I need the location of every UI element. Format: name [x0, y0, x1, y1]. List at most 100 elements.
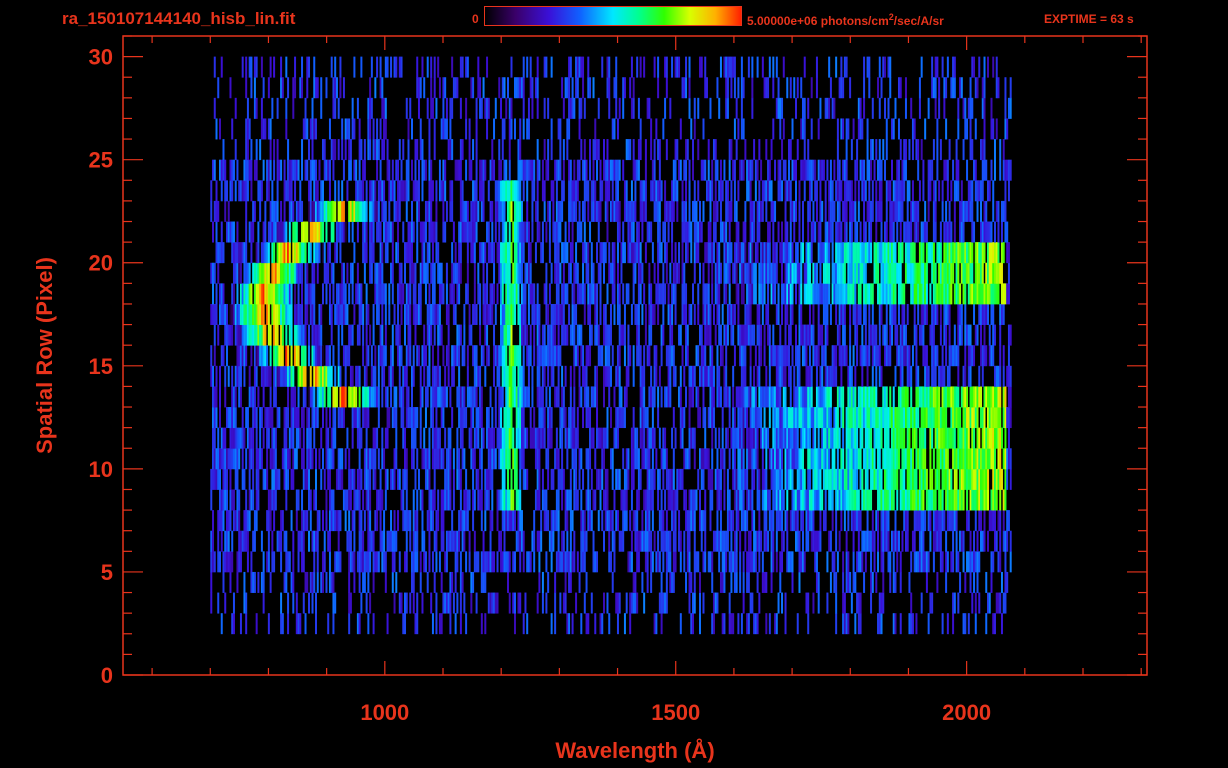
heatmap-cell [622, 283, 625, 305]
heatmap-cell [856, 324, 859, 346]
heatmap-cell [705, 448, 708, 470]
heatmap-cell [290, 510, 293, 532]
heatmap-cell [702, 345, 705, 367]
heatmap-cell [412, 407, 415, 429]
heatmap-cell [683, 530, 686, 552]
heatmap-cell [636, 345, 639, 367]
heatmap-cell [807, 489, 810, 511]
heatmap-cell [815, 530, 818, 552]
heatmap-cell [255, 303, 258, 325]
heatmap-cell [952, 262, 955, 284]
heatmap-cell [594, 324, 597, 346]
heatmap-cell [616, 303, 619, 325]
heatmap-cell [367, 613, 370, 635]
heatmap-cell [1006, 468, 1009, 490]
heatmap-cell [477, 551, 480, 573]
heatmap-cell [739, 324, 742, 346]
heatmap-cell [372, 468, 375, 490]
heatmap-cell [993, 365, 996, 387]
heatmap-cell [1007, 242, 1010, 264]
heatmap-cell [697, 303, 700, 325]
heatmap-cell [913, 551, 916, 573]
heatmap-cell [229, 571, 232, 593]
heatmap-cell [927, 365, 930, 387]
heatmap-cell [369, 510, 372, 532]
heatmap-cell [320, 427, 323, 449]
heatmap-cell [904, 242, 907, 264]
heatmap-cell [342, 489, 345, 511]
heatmap-cell [875, 510, 878, 532]
heatmap-cell [861, 262, 864, 284]
heatmap-cell [219, 386, 221, 408]
heatmap-cell [992, 283, 995, 305]
heatmap-cell [643, 592, 646, 614]
heatmap-cell [643, 407, 646, 429]
heatmap-cell [428, 242, 431, 264]
heatmap-cell [358, 510, 361, 532]
heatmap-cell [217, 448, 220, 470]
heatmap-cell [409, 592, 412, 614]
heatmap-cell [363, 551, 366, 573]
heatmap-cell [276, 242, 279, 264]
heatmap-cell [451, 510, 454, 532]
heatmap-cell [266, 468, 269, 490]
heatmap-cell [746, 324, 749, 346]
heatmap-cell [428, 324, 431, 346]
heatmap-cell [411, 242, 413, 264]
heatmap-cell [346, 262, 349, 284]
heatmap-cell [220, 303, 223, 325]
heatmap-cell [938, 262, 941, 284]
heatmap-cell [840, 468, 843, 490]
heatmap-cell [285, 365, 288, 387]
heatmap-cell [513, 262, 516, 284]
heatmap-cell [992, 386, 995, 408]
heatmap-cell [367, 530, 370, 552]
heatmap-cell [412, 571, 415, 593]
heatmap-cell [625, 283, 628, 305]
heatmap-cell [583, 242, 586, 264]
heatmap-cell [665, 510, 668, 532]
heatmap-cell [774, 613, 777, 635]
heatmap-cell [365, 242, 368, 264]
heatmap-cell [973, 468, 976, 490]
heatmap-cell [878, 365, 881, 387]
heatmap-cell [285, 324, 288, 346]
heatmap-cell [693, 571, 696, 593]
heatmap-cell [995, 427, 998, 449]
heatmap-cell [924, 448, 927, 470]
heatmap-cell [585, 571, 588, 593]
heatmap-cell [505, 448, 508, 470]
heatmap-cell [486, 427, 489, 449]
heatmap-cell [925, 303, 928, 325]
heatmap-cell [243, 324, 246, 346]
heatmap-cell [484, 303, 487, 325]
heatmap-cell [864, 283, 867, 305]
heatmap-cell [784, 407, 787, 429]
heatmap-cell [458, 324, 461, 346]
heatmap-cell [782, 345, 785, 367]
heatmap-cell [754, 613, 757, 635]
heatmap-cell [404, 510, 407, 532]
heatmap-cell [594, 551, 597, 573]
heatmap-cell [246, 427, 249, 449]
heatmap-cell [266, 242, 269, 264]
heatmap-cell [285, 551, 288, 573]
heatmap-cell [885, 324, 888, 346]
heatmap-cell [662, 324, 665, 346]
heatmap-cell [491, 592, 494, 614]
heatmap-cell [568, 427, 571, 449]
heatmap-cell [550, 365, 553, 387]
heatmap-cell [957, 448, 960, 470]
heatmap-cell [315, 468, 317, 490]
heatmap-cell [960, 303, 963, 325]
heatmap-cell [360, 283, 363, 305]
heatmap-cell [877, 345, 880, 367]
heatmap-cell [985, 283, 988, 305]
heatmap-cell [807, 613, 810, 635]
heatmap-cell [920, 468, 923, 490]
heatmap-cell [496, 510, 499, 532]
heatmap-cell [976, 571, 979, 593]
heatmap-cell [419, 303, 422, 325]
heatmap-cell [215, 448, 218, 470]
heatmap-cell [381, 427, 384, 449]
